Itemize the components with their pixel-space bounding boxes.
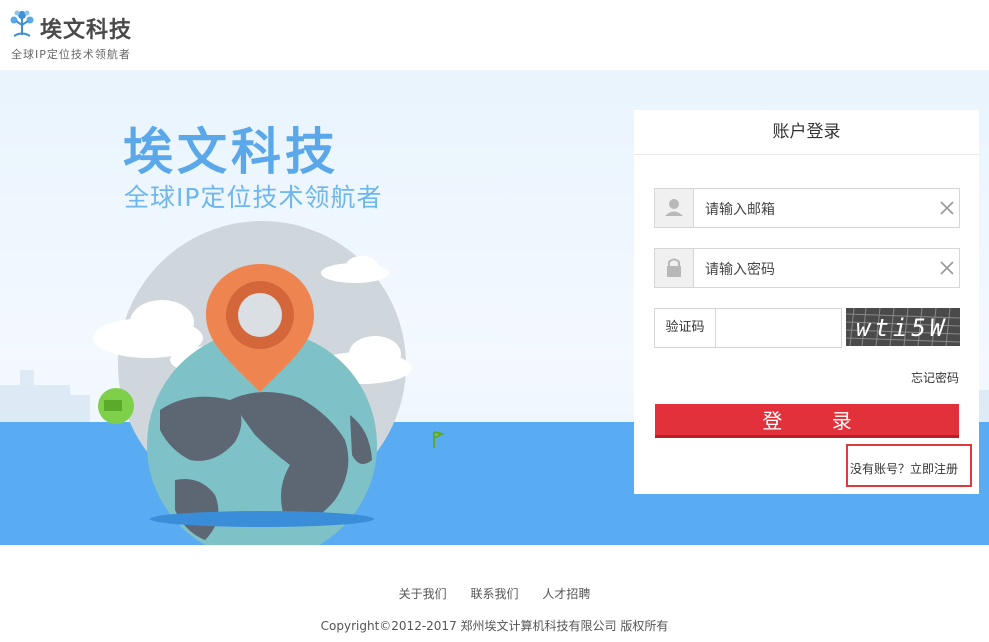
email-input[interactable] <box>695 189 947 229</box>
footer-link-contact[interactable]: 联系我们 <box>470 587 518 601</box>
captcha-text: wti5W <box>856 314 948 342</box>
register-highlight: 没有账号？立即注册 <box>846 444 972 487</box>
logo-title: 埃文科技 <box>40 18 133 43</box>
password-input[interactable] <box>695 249 947 289</box>
hero-subtitle: 全球IP定位技术领航者 <box>124 183 383 212</box>
header: 埃文科技 全球IP定位技术领航者 <box>0 0 989 70</box>
close-icon[interactable] <box>937 258 957 278</box>
logo-tree-icon <box>10 10 34 37</box>
logo-subtitle: 全球IP定位技术领航者 <box>11 48 131 61</box>
email-field <box>654 188 960 229</box>
login-panel: 账户登录 验证码 <box>634 110 979 494</box>
footer-links: 关于我们 联系我们 人才招聘 <box>0 585 989 602</box>
password-field <box>654 248 960 289</box>
captcha-input[interactable] <box>717 309 841 349</box>
hero-title: 埃文科技 <box>123 123 339 181</box>
captcha-image[interactable]: wti5W <box>846 308 960 346</box>
copyright: Copyright©2012-2017 郑州埃文计算机科技有限公司 版权所有 <box>320 619 669 633</box>
captcha-label: 验证码 <box>655 309 716 347</box>
user-icon <box>655 189 694 227</box>
register-link[interactable]: 没有账号？立即注册 <box>850 460 958 477</box>
login-button[interactable]: 登 录 <box>655 404 959 438</box>
login-title: 账户登录 <box>634 110 979 155</box>
captcha-field: 验证码 <box>654 308 842 349</box>
lock-icon <box>655 249 694 287</box>
logo[interactable]: 埃文科技 全球IP定位技术领航者 <box>8 6 158 61</box>
forgot-password-link[interactable]: 忘记密码 <box>911 369 959 386</box>
footer-link-careers[interactable]: 人才招聘 <box>542 587 590 601</box>
close-icon[interactable] <box>937 198 957 218</box>
footer-link-about[interactable]: 关于我们 <box>399 587 447 601</box>
